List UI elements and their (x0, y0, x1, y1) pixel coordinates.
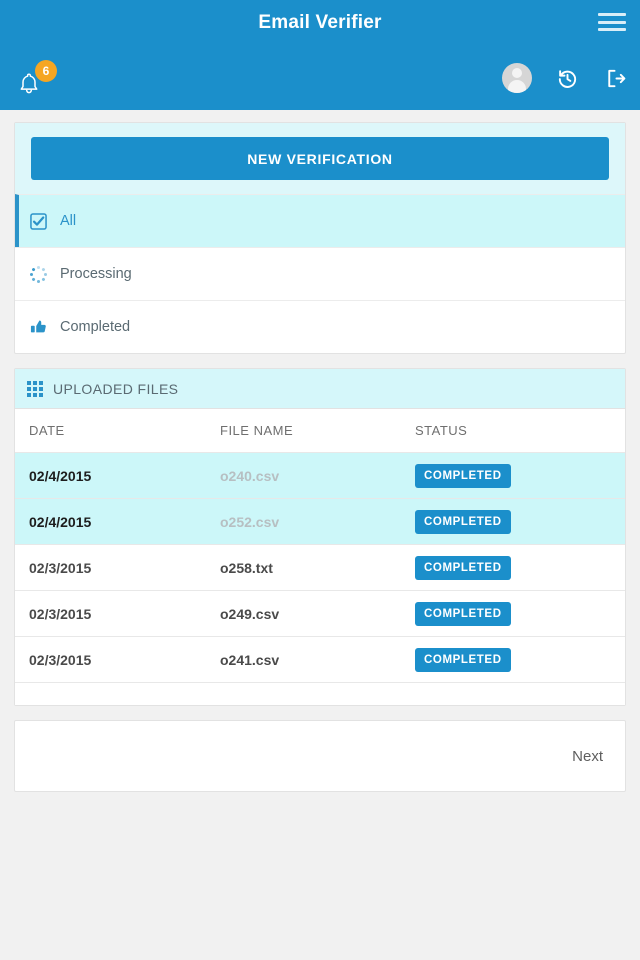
uploaded-files-card: UPLOADED FILES DATE FILE NAME STATUS 02/… (14, 368, 626, 706)
table-row[interactable]: 02/4/2015 o240.csv COMPLETED (15, 452, 625, 499)
cell-date: 02/4/2015 (15, 498, 220, 545)
uploaded-files-header: UPLOADED FILES (15, 369, 625, 409)
uploaded-files-title: UPLOADED FILES (53, 380, 179, 397)
file-date: 02/3/2015 (29, 651, 92, 668)
file-name-link[interactable]: o258.txt (220, 560, 273, 576)
next-page-link[interactable]: Next (572, 748, 603, 765)
filter-item-all[interactable]: All (15, 194, 625, 247)
user-avatar-icon[interactable] (502, 63, 532, 93)
column-header-status: STATUS (415, 409, 625, 453)
filter-item-all-label: All (60, 213, 77, 229)
filter-item-processing[interactable]: Processing (15, 247, 625, 300)
cell-file-name: o249.csv (220, 590, 415, 637)
status-badge[interactable]: COMPLETED (415, 463, 511, 488)
table-header-row: DATE FILE NAME STATUS (15, 409, 625, 453)
main-content: NEW VERIFICATION All Processing Complete… (0, 110, 640, 792)
cell-status: COMPLETED (415, 544, 625, 591)
app-header: Email Verifier 6 (0, 0, 640, 110)
column-header-date: DATE (15, 409, 220, 453)
file-name-link[interactable]: o241.csv (220, 652, 279, 668)
spinner-icon (29, 265, 48, 284)
email-verifier-app: Email Verifier 6 NEW VERIFICATION All Pr… (0, 0, 640, 960)
uploaded-files-table: DATE FILE NAME STATUS 02/4/2015 o240.csv C… (15, 409, 625, 683)
header-title-row: Email Verifier (0, 0, 640, 46)
notification-count-badge: 6 (35, 60, 57, 82)
cell-status: COMPLETED (415, 452, 625, 499)
cell-file-name: o240.csv (220, 452, 415, 499)
file-name-link[interactable]: o252.csv (220, 514, 279, 530)
file-date: 02/4/2015 (29, 467, 92, 484)
header-right-icons (502, 46, 628, 110)
new-verification-wrap: NEW VERIFICATION (15, 123, 625, 194)
file-date: 02/4/2015 (29, 513, 92, 530)
new-verification-button[interactable]: NEW VERIFICATION (31, 137, 609, 180)
page-title: Email Verifier (258, 12, 382, 33)
file-name-link[interactable]: o249.csv (220, 606, 279, 622)
cell-status: COMPLETED (415, 498, 625, 545)
status-badge[interactable]: COMPLETED (415, 601, 511, 626)
hamburger-menu-icon[interactable] (598, 11, 626, 33)
column-header-file-name: FILE NAME (220, 409, 415, 453)
file-date: 02/3/2015 (29, 559, 92, 576)
cell-date: 02/3/2015 (15, 544, 220, 591)
file-date: 02/3/2015 (29, 605, 92, 622)
status-badge[interactable]: COMPLETED (415, 647, 511, 672)
cell-date: 02/3/2015 (15, 590, 220, 637)
table-row[interactable]: 02/3/2015 o258.txt COMPLETED (15, 544, 625, 591)
notifications-button[interactable]: 6 (18, 60, 62, 100)
grid-icon (27, 380, 43, 397)
table-row[interactable]: 02/3/2015 o241.csv COMPLETED (15, 636, 625, 683)
cell-status: COMPLETED (415, 590, 625, 637)
header-action-row: 6 (0, 46, 640, 110)
status-badge[interactable]: COMPLETED (415, 509, 511, 534)
checkbox-checked-icon (29, 212, 48, 231)
pagination-card: Next (14, 720, 626, 792)
thumbs-up-icon (29, 318, 48, 337)
cell-file-name: o252.csv (220, 498, 415, 545)
cell-status: COMPLETED (415, 636, 625, 683)
cell-file-name: o241.csv (220, 636, 415, 683)
table-row[interactable]: 02/3/2015 o249.csv COMPLETED (15, 590, 625, 637)
filter-item-completed[interactable]: Completed (15, 300, 625, 353)
status-badge[interactable]: COMPLETED (415, 555, 511, 580)
table-footer-strip (15, 683, 625, 705)
cell-date: 02/3/2015 (15, 636, 220, 683)
filter-item-completed-label: Completed (60, 319, 131, 335)
cell-file-name: o258.txt (220, 544, 415, 591)
history-restore-icon[interactable] (554, 65, 580, 91)
table-row[interactable]: 02/4/2015 o252.csv COMPLETED (15, 498, 625, 545)
filter-item-processing-label: Processing (60, 266, 132, 282)
cell-date: 02/4/2015 (15, 452, 220, 499)
logout-icon[interactable] (602, 65, 628, 91)
filters-card: NEW VERIFICATION All Processing Complete… (14, 122, 626, 354)
file-name-link[interactable]: o240.csv (220, 468, 279, 484)
